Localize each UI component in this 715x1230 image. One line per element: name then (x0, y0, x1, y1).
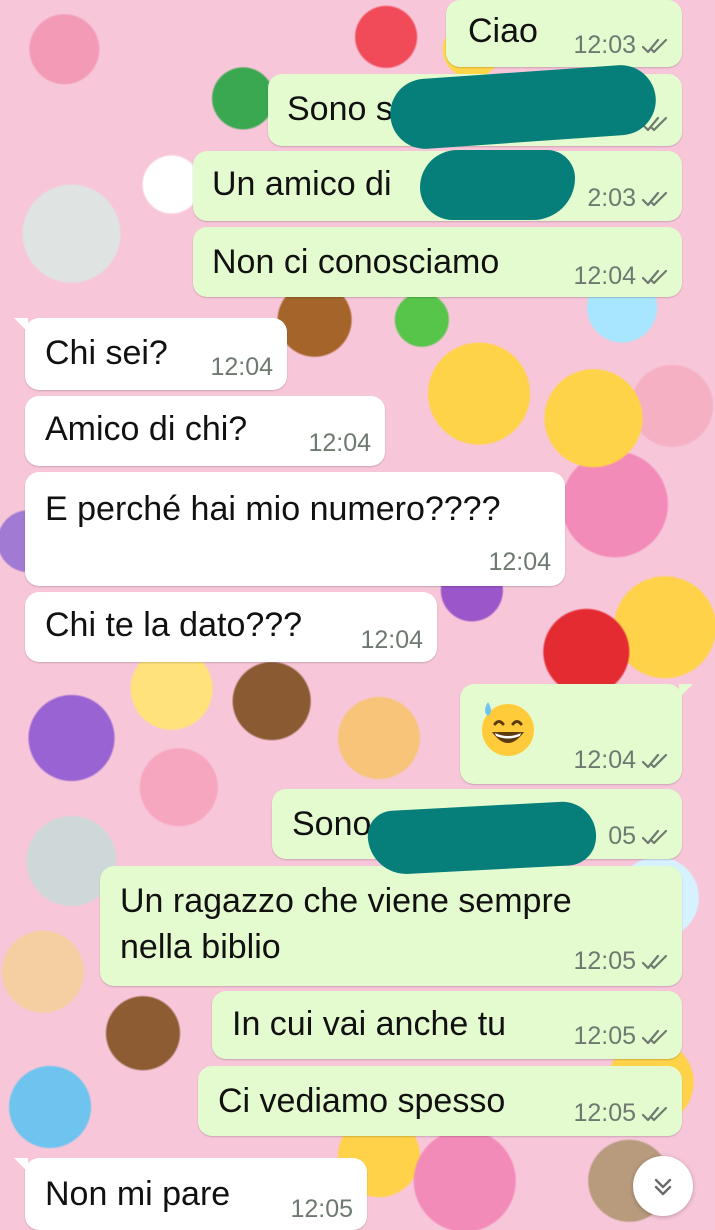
message-outgoing[interactable]: Ci vediamo spesso 12:05 (198, 1066, 682, 1136)
message-text: E perché hai mio numero???? (45, 490, 501, 528)
message-time: 12:05 (573, 947, 636, 975)
double-check-icon (642, 38, 668, 54)
message-time: 12:05 (573, 1022, 636, 1050)
message-text: Un amico di (212, 165, 392, 203)
message-time: 12:05 (290, 1195, 353, 1223)
message-time: 12:03 (573, 31, 636, 59)
message-text: Ci vediamo spesso (218, 1082, 506, 1120)
message-meta: 12:05 (573, 1098, 668, 1128)
message-text: Non ci conosciamo (212, 243, 500, 281)
message-text: Ciao (468, 12, 538, 50)
message-meta: 2:03 (587, 183, 668, 213)
message-outgoing[interactable]: Ciao 12:03 (446, 0, 682, 67)
message-incoming[interactable]: Chi te la dato??? 12:04 (25, 592, 437, 662)
double-check-icon (642, 829, 668, 845)
chevron-double-down-icon (654, 1178, 672, 1196)
message-text: Un ragazzo che viene sempre nella biblio (120, 882, 572, 966)
message-text: Amico di chi? (45, 410, 248, 448)
message-meta: 12:05 (573, 1021, 668, 1051)
message-text: Chi te la dato??? (45, 606, 303, 644)
message-time: 12:04 (573, 262, 636, 290)
message-outgoing[interactable]: Un ragazzo che viene sempre nella biblio… (100, 866, 682, 986)
double-check-icon (642, 753, 668, 769)
message-text: Chi sei? (45, 334, 168, 372)
message-meta: 12:04 (573, 745, 668, 775)
message-time: 2:03 (587, 184, 636, 212)
message-time: 12:05 (573, 1099, 636, 1127)
message-meta: 12:05 (573, 946, 668, 976)
message-incoming[interactable]: Chi sei? 12:04 (14, 318, 287, 390)
message-time: 12:04 (488, 548, 551, 576)
message-time: 12:04 (573, 746, 636, 774)
double-check-icon (642, 191, 668, 207)
scroll-to-bottom-button[interactable] (633, 1156, 693, 1216)
redaction-mark (366, 800, 598, 876)
message-text: Sono (292, 805, 372, 843)
message-meta: 12:04 (573, 261, 668, 291)
message-text: In cui vai anche tu (232, 1005, 507, 1043)
double-check-icon (642, 1029, 668, 1045)
double-check-icon (642, 1106, 668, 1122)
message-text: Non mi pare (45, 1175, 231, 1213)
message-incoming[interactable]: E perché hai mio numero???? 12:04 (25, 472, 565, 586)
grinning-sweat-emoji (478, 698, 538, 758)
message-incoming[interactable]: Non mi pare 12:05 (14, 1158, 367, 1230)
message-time: 05 (608, 822, 636, 850)
message-meta: 05 (608, 821, 668, 851)
message-incoming[interactable]: Amico di chi? 12:04 (25, 396, 385, 466)
message-time: 12:04 (210, 353, 273, 381)
message-time: 12:04 (308, 429, 371, 457)
double-check-icon (642, 269, 668, 285)
double-check-icon (642, 954, 668, 970)
message-time: 12:04 (360, 626, 423, 654)
message-outgoing[interactable]: Non ci conosciamo 12:04 (193, 227, 682, 297)
message-outgoing[interactable]: In cui vai anche tu 12:05 (212, 991, 682, 1059)
redaction-mark (420, 150, 575, 220)
message-text: Sono s (287, 90, 393, 128)
message-meta: 12:03 (573, 30, 668, 60)
message-outgoing[interactable]: 12:04 (460, 684, 693, 784)
